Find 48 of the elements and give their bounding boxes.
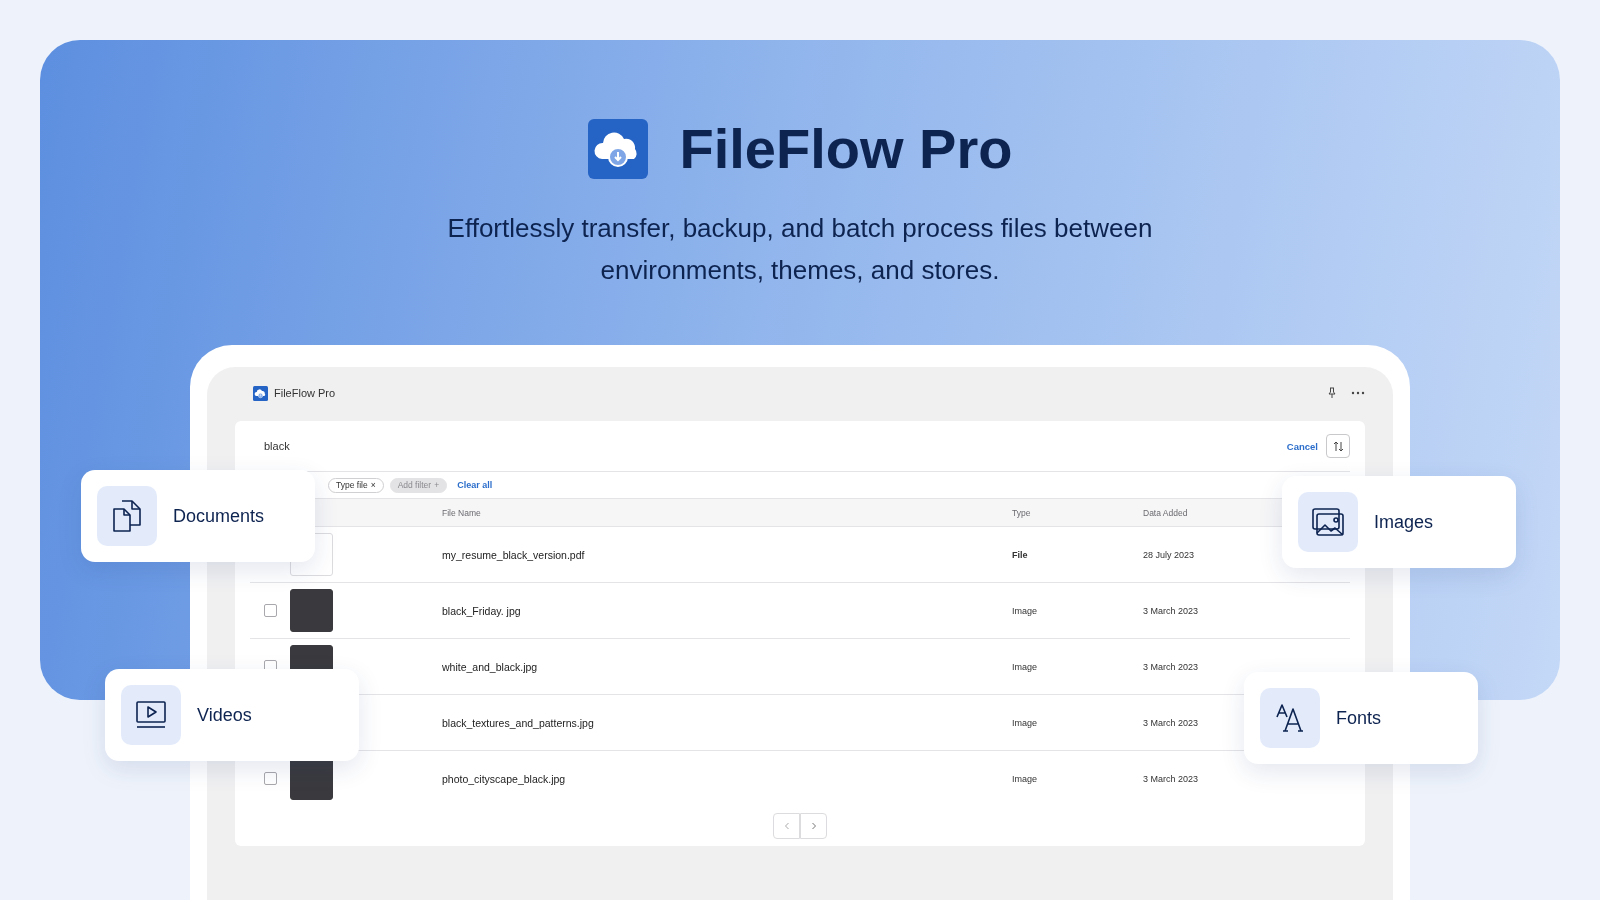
file-name-cell-text: black_textures_and_patterns.jpg [442,716,595,729]
file-name-cell-text: my_resume_black_version.pdf [442,548,586,561]
add-filter-button[interactable]: Add filter + [389,477,448,493]
hero-title: FileFlow Pro [679,116,1013,181]
close-icon: × [370,480,376,490]
sort-button[interactable] [1326,434,1350,458]
feature-label: Images [1374,511,1434,533]
file-name-cell-text: photo_cityscape_black.jpg [442,772,567,785]
type-cell-text: Image [1012,605,1038,616]
chevron-left-icon [783,822,790,830]
date-cell-text: 3 March 2023 [1143,773,1200,784]
video-player-icon [135,700,167,730]
date-cell-text: 28 July 2023 [1143,549,1196,560]
previous-page-button[interactable] [773,813,800,839]
photo-placeholder [290,589,333,632]
type-cell-text: File [1012,549,1029,560]
date-cell-text: 3 March 2023 [1143,605,1200,616]
file-name-cell-text: white_and_black.jpg [442,660,539,673]
hero-subtitle: Effortlessly transfer, backup, and batch process files between environments, themes, and stores. [446,212,1154,287]
cancel-link[interactable]: Cancel [1286,440,1318,452]
file-name-cell-text: black_Friday. jpg [442,604,522,617]
cloud-logo-icon [587,118,648,179]
filter-chip[interactable]: Type file × [328,477,384,493]
clear-all-link[interactable]: Clear all [457,480,493,490]
app-logo-icon [253,385,268,401]
row-checkbox[interactable] [263,604,277,617]
row-checkbox[interactable] [263,772,277,785]
plus-icon: + [434,480,440,490]
font-letters-icon [1275,703,1305,733]
feature-label: Fonts [1336,707,1382,729]
documents-icon [112,499,142,533]
date-cell-text: 3 March 2023 [1143,661,1200,672]
app-title: FileFlow Pro [274,387,336,399]
feature-label: Documents [173,505,265,527]
type-cell-text: Image [1012,773,1038,784]
next-page-button[interactable] [800,813,827,839]
chevron-right-icon [810,822,817,830]
sort-arrows-icon [1332,440,1344,452]
type-cell-text: Image [1012,717,1038,728]
column-header: Type [1012,507,1032,518]
feature-label: Videos [197,704,252,726]
type-cell-text: Image [1012,661,1038,672]
images-icon [1311,507,1345,537]
column-header: File Name [442,507,482,518]
search-field[interactable]: black [264,440,290,452]
pin-icon[interactable] [1327,387,1337,399]
more-icon[interactable] [1351,391,1365,395]
column-header: Data Added [1143,507,1189,518]
